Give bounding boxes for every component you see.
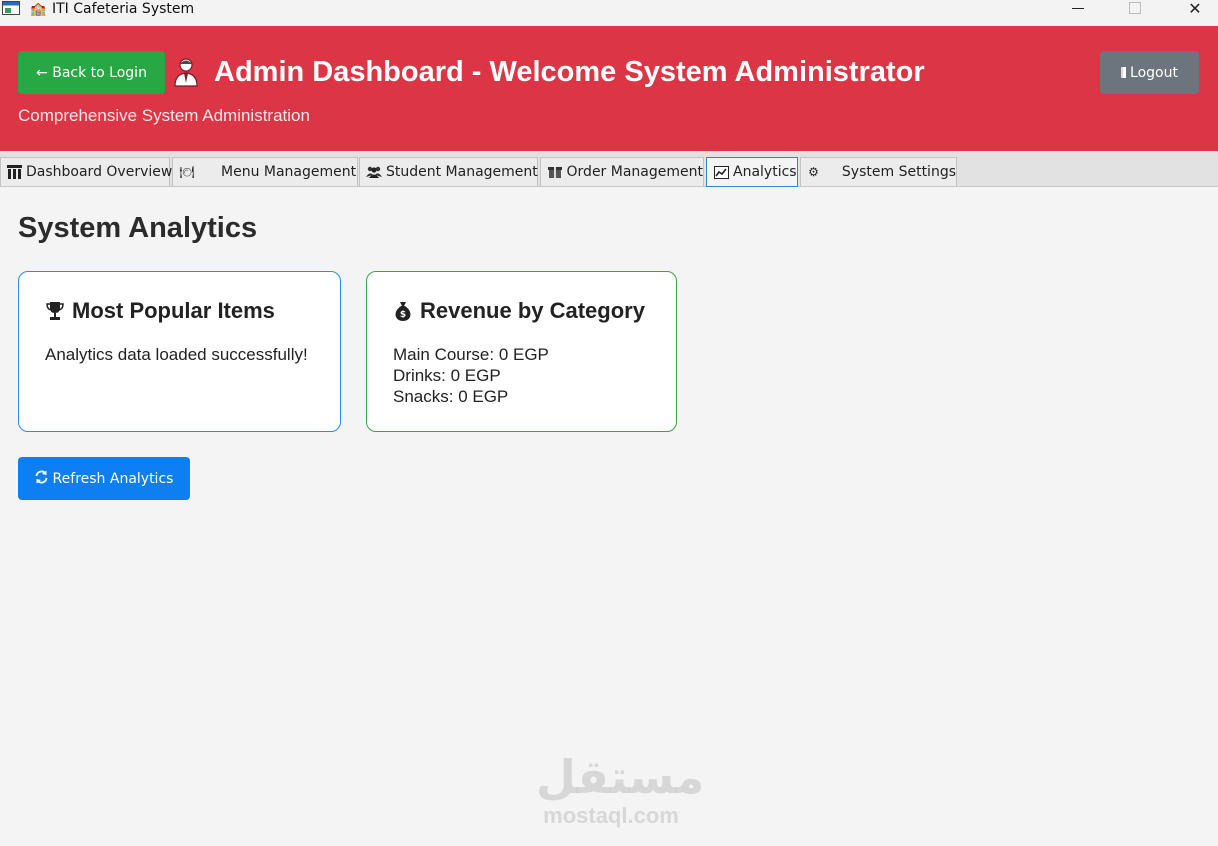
tab-student-management[interactable]: Student Management	[359, 157, 538, 186]
app-icon	[2, 1, 20, 15]
logout-button[interactable]: Logout	[1100, 51, 1199, 94]
logout-label: Logout	[1130, 64, 1178, 81]
admin-icon	[170, 57, 202, 87]
trophy-icon	[45, 300, 65, 322]
tab-order-management[interactable]: Order Management	[540, 157, 704, 186]
popular-items-message: Analytics data loaded successfully!	[45, 345, 308, 364]
page-subtitle: Comprehensive System Administration	[18, 106, 310, 125]
popular-items-card: Most Popular Items Analytics data loaded…	[18, 271, 341, 432]
tab-label: Dashboard Overview	[26, 164, 173, 180]
door-icon	[1121, 67, 1127, 78]
minimize-button[interactable]	[1055, 0, 1101, 24]
money-bag-icon: $	[393, 300, 413, 322]
tab-label: System Settings	[841, 164, 956, 180]
tab-menu-management[interactable]: 🍽 Menu Management	[172, 157, 358, 186]
card-title: $ Revenue by Category	[393, 298, 645, 324]
section-title: System Analytics	[18, 212, 258, 244]
window-title: ITI Cafeteria System	[52, 1, 195, 17]
watermark-logo: مستقل	[536, 750, 705, 804]
tab-label: Order Management	[566, 164, 703, 180]
page-heading: Admin Dashboard - Welcome System Adminis…	[214, 56, 925, 88]
tab-label: Menu Management	[221, 164, 357, 180]
box-icon	[547, 164, 563, 180]
revenue-line-main-course: Main Course: 0 EGP	[393, 345, 549, 364]
tab-label: Student Management	[386, 164, 538, 180]
gear-icon: ⚙	[808, 165, 819, 179]
revenue-line-drinks: Drinks: 0 EGP	[393, 366, 501, 385]
revenue-card: $ Revenue by Category Main Course: 0 EGP…	[366, 271, 677, 432]
refresh-icon	[35, 470, 48, 488]
revenue-list: Main Course: 0 EGP Drinks: 0 EGP Snacks:…	[393, 344, 549, 407]
watermark-text: mostaql.com	[543, 803, 679, 828]
dashboard-header: ← Back to Login Admin Dashboard - Welcom…	[0, 26, 1218, 151]
svg-text:$: $	[400, 310, 406, 320]
refresh-analytics-button[interactable]: Refresh Analytics	[18, 457, 190, 500]
tab-analytics[interactable]: Analytics	[706, 157, 798, 187]
popular-items-title: Most Popular Items	[72, 298, 275, 323]
card-title: Most Popular Items	[45, 298, 275, 324]
maximize-button[interactable]	[1112, 0, 1158, 24]
school-icon: 🏫	[30, 2, 47, 17]
revenue-title: Revenue by Category	[420, 298, 645, 323]
users-icon	[366, 164, 382, 180]
columns-icon	[7, 164, 22, 180]
revenue-line-snacks: Snacks: 0 EGP	[393, 387, 509, 406]
refresh-label: Refresh Analytics	[52, 470, 174, 487]
back-to-login-button[interactable]: ← Back to Login	[18, 51, 165, 94]
tab-system-settings[interactable]: ⚙ System Settings	[800, 157, 957, 186]
close-button[interactable]: ✕	[1172, 0, 1218, 20]
tab-label: Analytics	[733, 164, 797, 180]
plate-icon: 🍽	[179, 165, 195, 179]
window-titlebar: 🏫 ITI Cafeteria System ✕	[0, 0, 1218, 26]
tab-dashboard-overview[interactable]: Dashboard Overview	[0, 157, 173, 186]
tab-bar: Dashboard Overview 🍽 Menu Management Stu…	[0, 151, 1218, 187]
chart-icon	[713, 164, 729, 180]
